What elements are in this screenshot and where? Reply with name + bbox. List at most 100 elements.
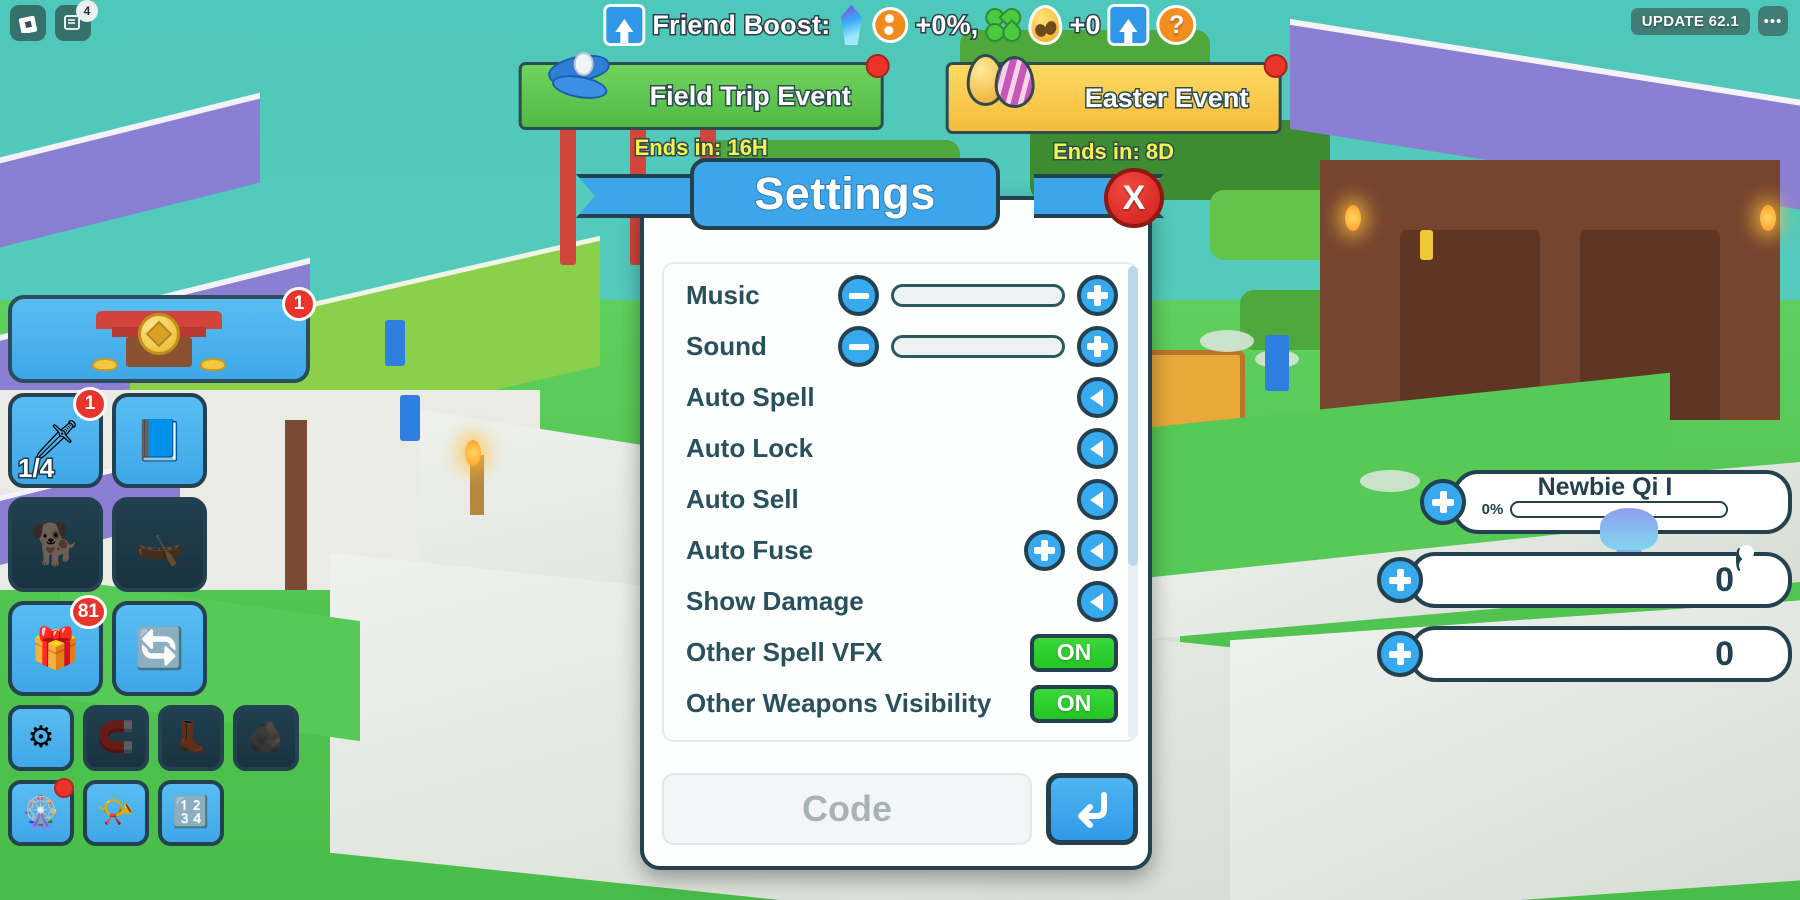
weapons-slot[interactable]: 🗡 1 1/4 <box>8 387 107 488</box>
sound-plus-button[interactable] <box>1077 326 1118 367</box>
pets-slot[interactable]: 🐕 <box>8 497 103 592</box>
plus-icon[interactable] <box>1377 557 1423 603</box>
roblox-top-left-controls: 4 <box>10 0 98 41</box>
music-slider[interactable] <box>891 284 1065 307</box>
friend-boost-flat: +0 <box>1068 8 1102 41</box>
music-plus-button[interactable] <box>1077 275 1118 316</box>
setting-label: Auto Sell <box>686 484 799 514</box>
notification-dot <box>1263 54 1288 78</box>
sound-slider[interactable] <box>891 335 1065 358</box>
trade-slot[interactable]: 🔄 <box>112 601 207 696</box>
other-spell-vfx-toggle[interactable]: ON <box>1030 633 1118 672</box>
yinyang-icon <box>872 7 909 43</box>
auto-lock-chevron-left-icon[interactable] <box>1077 428 1118 469</box>
gem-icon <box>1736 625 1794 683</box>
clover-icon <box>981 4 1026 46</box>
setting-row-auto-lock: Auto Lock <box>664 423 1136 474</box>
friend-boost-bar: Friend Boost: +0%, +0 ? <box>603 4 1197 46</box>
weapons-count: 1/4 <box>16 452 55 485</box>
update-version-label: UPDATE 62.1 <box>1630 7 1750 35</box>
chat-badge: 4 <box>76 0 98 22</box>
setting-row-other-weapons-visibility: Other Weapons Visibility ON <box>664 678 1136 729</box>
show-damage-chevron-left-icon[interactable] <box>1077 581 1118 622</box>
trade-arrows-icon: 🔄 <box>134 626 185 671</box>
qi-currency-value: 0 <box>1715 560 1734 599</box>
auto-spell-chevron-left-icon[interactable] <box>1077 377 1118 418</box>
event-field-trip[interactable]: Field Trip Event Ends in: 16H <box>518 48 890 165</box>
setting-label: Other Weapons Visibility <box>686 688 992 718</box>
horn-slot[interactable]: 📯 <box>83 780 149 846</box>
setting-label: Auto Spell <box>686 382 815 412</box>
gem-currency-panel: 0 <box>1409 626 1792 682</box>
aura-slot[interactable]: 🧲 <box>83 705 149 771</box>
arrow-up-icon[interactable] <box>1107 4 1150 46</box>
levels-slot[interactable]: 🔢 <box>158 780 224 846</box>
auto-fuse-plus-button[interactable] <box>1024 530 1065 571</box>
boots-icon: 👢 <box>172 721 210 754</box>
mount-icon: 🛶 <box>134 522 185 567</box>
question-mark-icon[interactable]: ? <box>1156 5 1197 45</box>
rock <box>1200 330 1254 352</box>
left-sidebar: 1 🗡 1 1/4 📘 🐕 🛶 🎁 81 🔄 ⚙ 🧲 👢 🪨 🎡 📯 🔢 <box>8 287 316 846</box>
code-submit-button[interactable] <box>1046 773 1138 845</box>
plus-icon[interactable] <box>1420 479 1466 525</box>
mounts-slot[interactable]: 🛶 <box>112 497 207 592</box>
auto-fuse-chevron-left-icon[interactable] <box>1077 530 1118 571</box>
horseshoe-icon: 🧲 <box>97 721 135 754</box>
pet-icon: 🐕 <box>30 522 81 567</box>
setting-row-show-damage: Show Damage <box>664 576 1136 627</box>
sound-minus-button[interactable] <box>838 326 879 367</box>
other-weapons-visibility-toggle[interactable]: ON <box>1030 684 1118 723</box>
gift-bag-icon: 🎁 <box>30 626 81 671</box>
shrine-button[interactable]: 1 <box>8 287 316 383</box>
gifts-slot[interactable]: 🎁 81 <box>8 595 107 696</box>
gear-icon: ⚙ <box>27 721 55 754</box>
easter-eggs-icon <box>966 54 1047 110</box>
setting-label: Show Damage <box>686 586 864 616</box>
setting-label: Music <box>686 280 760 310</box>
ellipsis-icon[interactable]: ••• <box>1758 6 1788 36</box>
spin-wheel-icon: 🎡 <box>22 796 60 829</box>
code-input[interactable]: Code <box>662 773 1032 845</box>
weapons-badge: 1 <box>73 387 107 421</box>
gifts-badge: 81 <box>69 595 107 629</box>
code-redeem-area: Code <box>662 770 1138 848</box>
settings-scrollbar[interactable] <box>1128 266 1138 738</box>
wheel-slot[interactable]: 🎡 <box>8 778 74 846</box>
setting-label: Sound <box>686 331 767 361</box>
npc-character <box>1265 335 1289 391</box>
artifact-slot[interactable]: 🪨 <box>233 705 299 771</box>
settings-title-bar: Settings <box>576 158 1164 236</box>
rank-panel: Newbie Qi I 0% <box>1452 470 1792 571</box>
settings-slot[interactable]: ⚙ <box>8 705 74 771</box>
utility-slot-row-1: ⚙ 🧲 👢 🪨 <box>8 705 310 771</box>
arrow-up-icon[interactable] <box>603 4 646 46</box>
npc-character <box>1420 230 1433 260</box>
event-easter[interactable]: Easter Event Ends in: 8D <box>945 54 1288 166</box>
artifact-icon: 🪨 <box>247 721 285 754</box>
setting-row-sound: Sound <box>664 321 1136 372</box>
torch-flame <box>465 440 481 466</box>
gem-icon <box>840 5 863 45</box>
settings-title-plate: Settings <box>690 158 1000 230</box>
bird-icon <box>545 48 620 108</box>
boots-slot[interactable]: 👢 <box>158 705 224 771</box>
inventory-slot-grid: 🗡 1 1/4 📘 🐕 🛶 🎁 81 🔄 <box>8 387 310 696</box>
close-icon[interactable]: X <box>1104 168 1164 228</box>
auto-sell-chevron-left-icon[interactable] <box>1077 479 1118 520</box>
setting-label: Other Spell VFX <box>686 637 883 667</box>
book-icon: 📘 <box>134 418 185 463</box>
right-hud: Newbie Qi I 0% 0 0 <box>1377 470 1792 682</box>
chinese-shrine-icon <box>84 307 234 371</box>
enter-arrow-icon <box>1078 792 1107 828</box>
music-minus-button[interactable] <box>838 275 879 316</box>
lantern-light <box>1345 205 1361 231</box>
qi-currency-row: 0 <box>1377 548 1792 608</box>
roblox-logo-icon[interactable] <box>10 5 46 41</box>
lantern-light <box>1760 205 1776 231</box>
spellbook-slot[interactable]: 📘 <box>112 393 207 488</box>
page-title: Settings <box>753 167 936 220</box>
rank-row: Newbie Qi I 0% <box>1420 470 1792 571</box>
plus-icon[interactable] <box>1377 631 1423 677</box>
chat-icon[interactable]: 4 <box>55 0 98 41</box>
